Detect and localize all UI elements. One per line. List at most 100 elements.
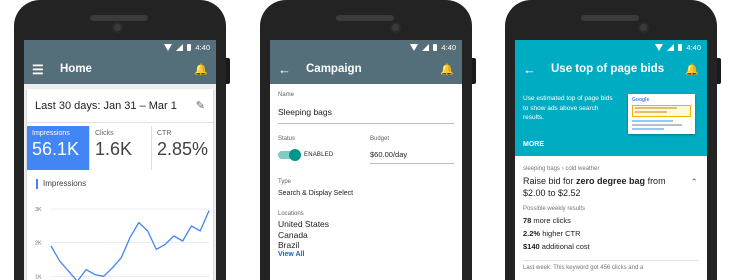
status-bar: 4:40 (515, 40, 707, 54)
data-point (199, 230, 201, 232)
menu-icon[interactable]: ☰ (32, 63, 50, 76)
chart-title: Impressions (36, 179, 213, 189)
opportunity-screen: 4:40 ← Use top of page bids 🔔 Use estima… (515, 40, 707, 280)
location-item: Brazil (278, 240, 300, 250)
recommendation-title: Raise bid for zero degree bag from $2.00… (523, 175, 685, 199)
stat-text: more clicks (531, 216, 571, 225)
front-camera (638, 22, 649, 33)
pencil-icon[interactable]: ✎ (196, 99, 205, 112)
raise-prefix: Raise bid for (523, 176, 577, 186)
more-button[interactable]: MORE (523, 141, 544, 148)
bell-icon[interactable]: 🔔 (685, 63, 699, 76)
metric-clicks[interactable]: Clicks 1.6K (89, 126, 151, 170)
top-ad-box (632, 105, 691, 117)
stat-value: $140 (523, 242, 540, 251)
budget-field[interactable]: $60.00/day (370, 150, 454, 164)
page-title: Campaign (306, 63, 362, 75)
status-value: ENABLED (304, 152, 334, 158)
location-item: Canada (278, 229, 308, 240)
name-field[interactable]: Sleeping bags (278, 98, 454, 124)
metric-ctr[interactable]: CTR 2.85% (151, 126, 213, 170)
earpiece (581, 15, 639, 21)
campaign-screen: 4:40 ← Campaign 🔔 Name Sleeping bags Sta… (270, 40, 462, 280)
metric-value: 1.6K (95, 139, 133, 159)
phone-home: 4:40 ☰ Home 🔔 Last 30 days: Jan 31 – Mar… (14, 0, 230, 280)
date-range-label: Last 30 days: Jan 31 – Mar 1 (35, 99, 177, 112)
date-range-row[interactable]: Last 30 days: Jan 31 – Mar 1 ✎ (27, 89, 213, 123)
data-point (120, 257, 122, 259)
view-all-link[interactable]: View All (278, 251, 454, 258)
bell-icon[interactable]: 🔔 (194, 63, 208, 76)
y-tick-label: 2K (35, 241, 42, 247)
page-title: Use top of page bids (551, 63, 665, 75)
back-arrow-icon[interactable]: ← (523, 63, 541, 76)
battery-icon (433, 43, 438, 51)
location-item: United States (278, 219, 330, 229)
battery-icon (678, 43, 683, 51)
app-bar: ← Campaign 🔔 (270, 54, 462, 84)
data-point (147, 230, 148, 232)
locations-label: Locations (278, 211, 304, 217)
budget-value: $60.00/day (370, 150, 408, 159)
wifi-icon (164, 43, 173, 51)
status-time: 4:40 (686, 42, 701, 52)
impressions-chart: 3K 2K 1K (31, 195, 215, 280)
stat-cost: $140 additional cost (523, 242, 699, 251)
metric-value: 56.1K (32, 139, 80, 159)
data-point (50, 245, 52, 247)
data-point (68, 270, 69, 272)
page-title: Home (60, 63, 92, 75)
toggle-track (278, 149, 301, 161)
stat-ctr: 2.2% higher CTR (523, 229, 699, 238)
metric-label: Clicks (95, 130, 114, 137)
phone-campaign: 4:40 ← Campaign 🔔 Name Sleeping bags Sta… (260, 0, 476, 280)
data-point (164, 243, 166, 245)
metric-impressions[interactable]: Impressions 56.1K (27, 126, 89, 170)
data-point (182, 240, 184, 242)
app-bar: ☰ Home 🔔 (24, 54, 216, 84)
status-bar: 4:40 (24, 40, 216, 54)
metric-label: CTR (157, 130, 172, 137)
side-button (717, 58, 721, 84)
data-point (191, 225, 192, 227)
type-value[interactable]: Search & Display Select (278, 190, 454, 197)
stat-clicks: 78 more clicks (523, 216, 699, 225)
stat-text: higher CTR (540, 229, 581, 238)
data-point (59, 260, 61, 262)
earpiece (90, 15, 148, 21)
data-point (173, 235, 175, 237)
data-point (85, 269, 87, 270)
last-week-note: Last week: This keyword got 456 clicks a… (523, 260, 699, 271)
recommendation-card: sleeping bags › cold weather Raise bid f… (515, 156, 707, 280)
data-point (155, 249, 157, 250)
data-point (112, 267, 113, 269)
impressions-series-line (50, 210, 210, 280)
side-button (226, 58, 230, 84)
status-label: Status (278, 136, 296, 142)
phone-opportunity: 4:40 ← Use top of page bids 🔔 Use estima… (505, 0, 721, 280)
chevron-up-icon[interactable]: ⌃ (690, 177, 698, 188)
signal-icon (422, 43, 430, 51)
summary-card: Last 30 days: Jan 31 – Mar 1 ✎ Impressio… (27, 89, 213, 280)
tip-banner: Use estimated top of page bids to show a… (515, 84, 707, 156)
data-point (208, 210, 210, 212)
metric-label: Impressions (32, 130, 70, 137)
status-toggle[interactable]: ENABLED (278, 149, 370, 161)
tip-text: Use estimated top of page bids to show a… (523, 95, 613, 121)
signal-icon (667, 43, 675, 51)
wifi-icon (410, 43, 419, 51)
stat-text: additional cost (539, 242, 590, 251)
earpiece (336, 15, 394, 21)
status-time: 4:40 (195, 42, 210, 52)
back-arrow-icon[interactable]: ← (278, 63, 296, 76)
metric-value: 2.85% (157, 139, 209, 159)
type-label: Type (278, 179, 292, 185)
side-button (472, 58, 476, 84)
y-tick-label: 3K (35, 207, 42, 213)
status-time: 4:40 (441, 42, 456, 52)
app-bar: ← Use top of page bids 🔔 (515, 54, 707, 84)
chart-svg: 3K 2K 1K (35, 207, 210, 280)
data-point (94, 274, 96, 275)
toggle-knob (289, 149, 301, 161)
bell-icon[interactable]: 🔔 (440, 63, 454, 76)
